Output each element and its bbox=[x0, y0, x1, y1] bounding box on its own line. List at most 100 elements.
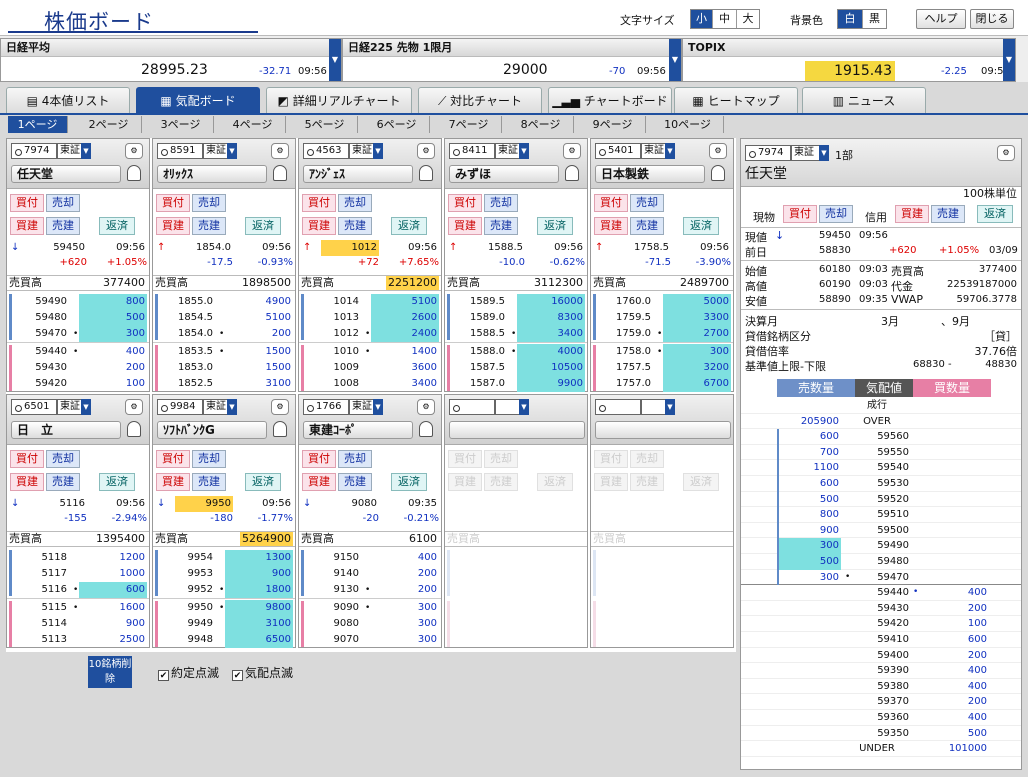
long-button[interactable]: 買建 bbox=[448, 217, 482, 235]
long-button[interactable]: 買建 bbox=[156, 217, 190, 235]
sell-button[interactable]: 売却 bbox=[630, 450, 664, 468]
settings-icon[interactable]: ⚙ bbox=[417, 143, 435, 159]
long-button[interactable]: 買建 bbox=[448, 473, 482, 491]
bid-row[interactable]: 1587.0 9900 bbox=[445, 376, 587, 392]
page-2[interactable]: 2ページ bbox=[76, 116, 142, 133]
code-input[interactable] bbox=[595, 399, 641, 415]
bell-icon[interactable] bbox=[419, 421, 433, 437]
ask-row[interactable]: 500 59480 bbox=[741, 554, 1021, 570]
stock-name-button[interactable]: 日本製鉄 bbox=[595, 165, 705, 183]
bid-row[interactable]: 59400 200 bbox=[741, 648, 1021, 664]
long-button[interactable]: 買建 bbox=[302, 217, 336, 235]
ask-row[interactable]: 1855.0 4900 bbox=[153, 294, 295, 310]
sell-button[interactable]: 売却 bbox=[192, 194, 226, 212]
short-button[interactable]: 売建 bbox=[338, 217, 372, 235]
market-select[interactable]: 東証 ▼ bbox=[495, 143, 529, 159]
index-nikkei[interactable]: 日経平均 28995.23 -32.71 09:56 ▼ bbox=[0, 38, 342, 82]
trade-blink-checkbox[interactable]: ✔ 約定点滅 bbox=[158, 664, 219, 681]
long-button[interactable]: 買建 bbox=[594, 473, 628, 491]
page-5[interactable]: 5ページ bbox=[292, 116, 358, 133]
ask-row[interactable]: 600 59530 bbox=[741, 476, 1021, 492]
index-topix[interactable]: TOPIX 1915.43 -2.25 09:56 ▼ bbox=[682, 38, 1016, 82]
stock-name-button[interactable]: ｿﾌﾄﾊﾞﾝｸG bbox=[157, 421, 267, 439]
tab-news[interactable]: ▥ ニュース bbox=[802, 87, 926, 113]
market-select[interactable]: ▼ bbox=[641, 399, 675, 415]
ask-row[interactable]: 1100 59540 bbox=[741, 460, 1021, 476]
market-select[interactable]: ▼ bbox=[495, 399, 529, 415]
ask-row[interactable]: 59490 800 bbox=[7, 294, 149, 310]
ask-row[interactable]: 1014 5100 bbox=[299, 294, 441, 310]
bid-row[interactable]: 59430 200 bbox=[7, 360, 149, 376]
ask-row[interactable]: 700 59550 bbox=[741, 445, 1021, 461]
ask-row[interactable]: 59470 • 300 bbox=[7, 326, 149, 342]
bid-row[interactable]: 9070 300 bbox=[299, 632, 441, 648]
repay-button[interactable]: 返済 bbox=[391, 217, 427, 235]
code-input[interactable] bbox=[449, 399, 495, 415]
bid-row[interactable]: 59360 400 bbox=[741, 710, 1021, 726]
ask-row[interactable]: 5116 • 600 bbox=[7, 582, 149, 598]
font-size-medium[interactable]: 中 bbox=[713, 10, 737, 28]
ask-row[interactable]: 1012 • 2400 bbox=[299, 326, 441, 342]
ask-row[interactable]: 9140 200 bbox=[299, 566, 441, 582]
buy-button[interactable]: 買付 bbox=[156, 450, 190, 468]
page-3[interactable]: 3ページ bbox=[148, 116, 214, 133]
buy-button[interactable]: 買付 bbox=[594, 194, 628, 212]
settings-icon[interactable]: ⚙ bbox=[709, 143, 727, 159]
sell-button[interactable]: 売却 bbox=[46, 450, 80, 468]
stock-name-button[interactable]: みずほ bbox=[449, 165, 559, 183]
short-button[interactable]: 売建 bbox=[46, 217, 80, 235]
repay-button[interactable]: 返済 bbox=[99, 217, 135, 235]
ask-row[interactable]: 9150 400 bbox=[299, 550, 441, 566]
market-select[interactable]: 東証 ▼ bbox=[203, 143, 237, 159]
ask-row[interactable]: 9953 900 bbox=[153, 566, 295, 582]
bid-row[interactable]: 59350 500 bbox=[741, 726, 1021, 742]
bid-row[interactable]: 5115 • 1600 bbox=[7, 600, 149, 616]
sell-button[interactable]: 売却 bbox=[338, 450, 372, 468]
stock-name-button[interactable]: 東建ｺｰﾎﾟ bbox=[303, 421, 413, 439]
short-button[interactable]: 売建 bbox=[630, 217, 664, 235]
bid-row[interactable]: 9949 3100 bbox=[153, 616, 295, 632]
bid-row[interactable]: 1853.0 1500 bbox=[153, 360, 295, 376]
buy-button[interactable]: 買付 bbox=[10, 450, 44, 468]
bid-row[interactable]: 59380 400 bbox=[741, 679, 1021, 695]
long-button[interactable]: 買建 bbox=[594, 217, 628, 235]
bid-row[interactable]: 5114 900 bbox=[7, 616, 149, 632]
code-input[interactable]: 4563 bbox=[303, 143, 349, 159]
repay-button[interactable]: 返済 bbox=[245, 473, 281, 491]
page-4[interactable]: 4ページ bbox=[220, 116, 286, 133]
ask-row[interactable]: 1759.5 3300 bbox=[591, 310, 733, 326]
repay-button[interactable]: 返済 bbox=[391, 473, 427, 491]
bid-row[interactable]: 9948 6500 bbox=[153, 632, 295, 648]
stock-name-button[interactable] bbox=[449, 421, 585, 439]
bid-row[interactable]: 1588.0 • 4000 bbox=[445, 344, 587, 360]
page-8[interactable]: 8ページ bbox=[508, 116, 574, 133]
repay-button[interactable]: 返済 bbox=[537, 473, 573, 491]
settings-icon[interactable]: ⚙ bbox=[271, 399, 289, 415]
ask-row[interactable]: 300 • 59470 bbox=[741, 570, 1021, 586]
stock-name-button[interactable]: ｵﾘｯｸｽ bbox=[157, 165, 267, 183]
settings-icon[interactable]: ⚙ bbox=[563, 143, 581, 159]
ask-row[interactable]: 800 59510 bbox=[741, 507, 1021, 523]
buy-button[interactable]: 買付 bbox=[448, 194, 482, 212]
market-select[interactable]: 東証 ▼ bbox=[203, 399, 237, 415]
ask-row[interactable]: 1760.0 5000 bbox=[591, 294, 733, 310]
page-1[interactable]: 1ページ bbox=[8, 116, 68, 133]
quote-blink-checkbox[interactable]: ✔ 気配点滅 bbox=[232, 664, 293, 681]
bell-icon[interactable] bbox=[127, 165, 141, 181]
bid-row[interactable]: 59440 • 400 bbox=[7, 344, 149, 360]
bell-icon[interactable] bbox=[273, 165, 287, 181]
ask-row[interactable]: 600 59560 bbox=[741, 429, 1021, 445]
long-button[interactable]: 買建 bbox=[156, 473, 190, 491]
code-input[interactable]: 9984 bbox=[157, 399, 203, 415]
stock-name-button[interactable]: 日 立 bbox=[11, 421, 121, 439]
ask-row[interactable]: 900 59500 bbox=[741, 523, 1021, 539]
bid-row[interactable]: 5113 2500 bbox=[7, 632, 149, 648]
chevron-down-icon[interactable]: ▼ bbox=[1003, 39, 1015, 81]
repay-button[interactable]: 返済 bbox=[99, 473, 135, 491]
bid-row[interactable]: 9950 • 9800 bbox=[153, 600, 295, 616]
bid-row[interactable]: 1758.0 • 300 bbox=[591, 344, 733, 360]
bid-row[interactable]: 59430 200 bbox=[741, 601, 1021, 617]
bid-row[interactable]: 1852.5 3100 bbox=[153, 376, 295, 392]
close-button[interactable]: 閉じる bbox=[970, 9, 1014, 29]
stock-name-button[interactable]: 任天堂 bbox=[11, 165, 121, 183]
